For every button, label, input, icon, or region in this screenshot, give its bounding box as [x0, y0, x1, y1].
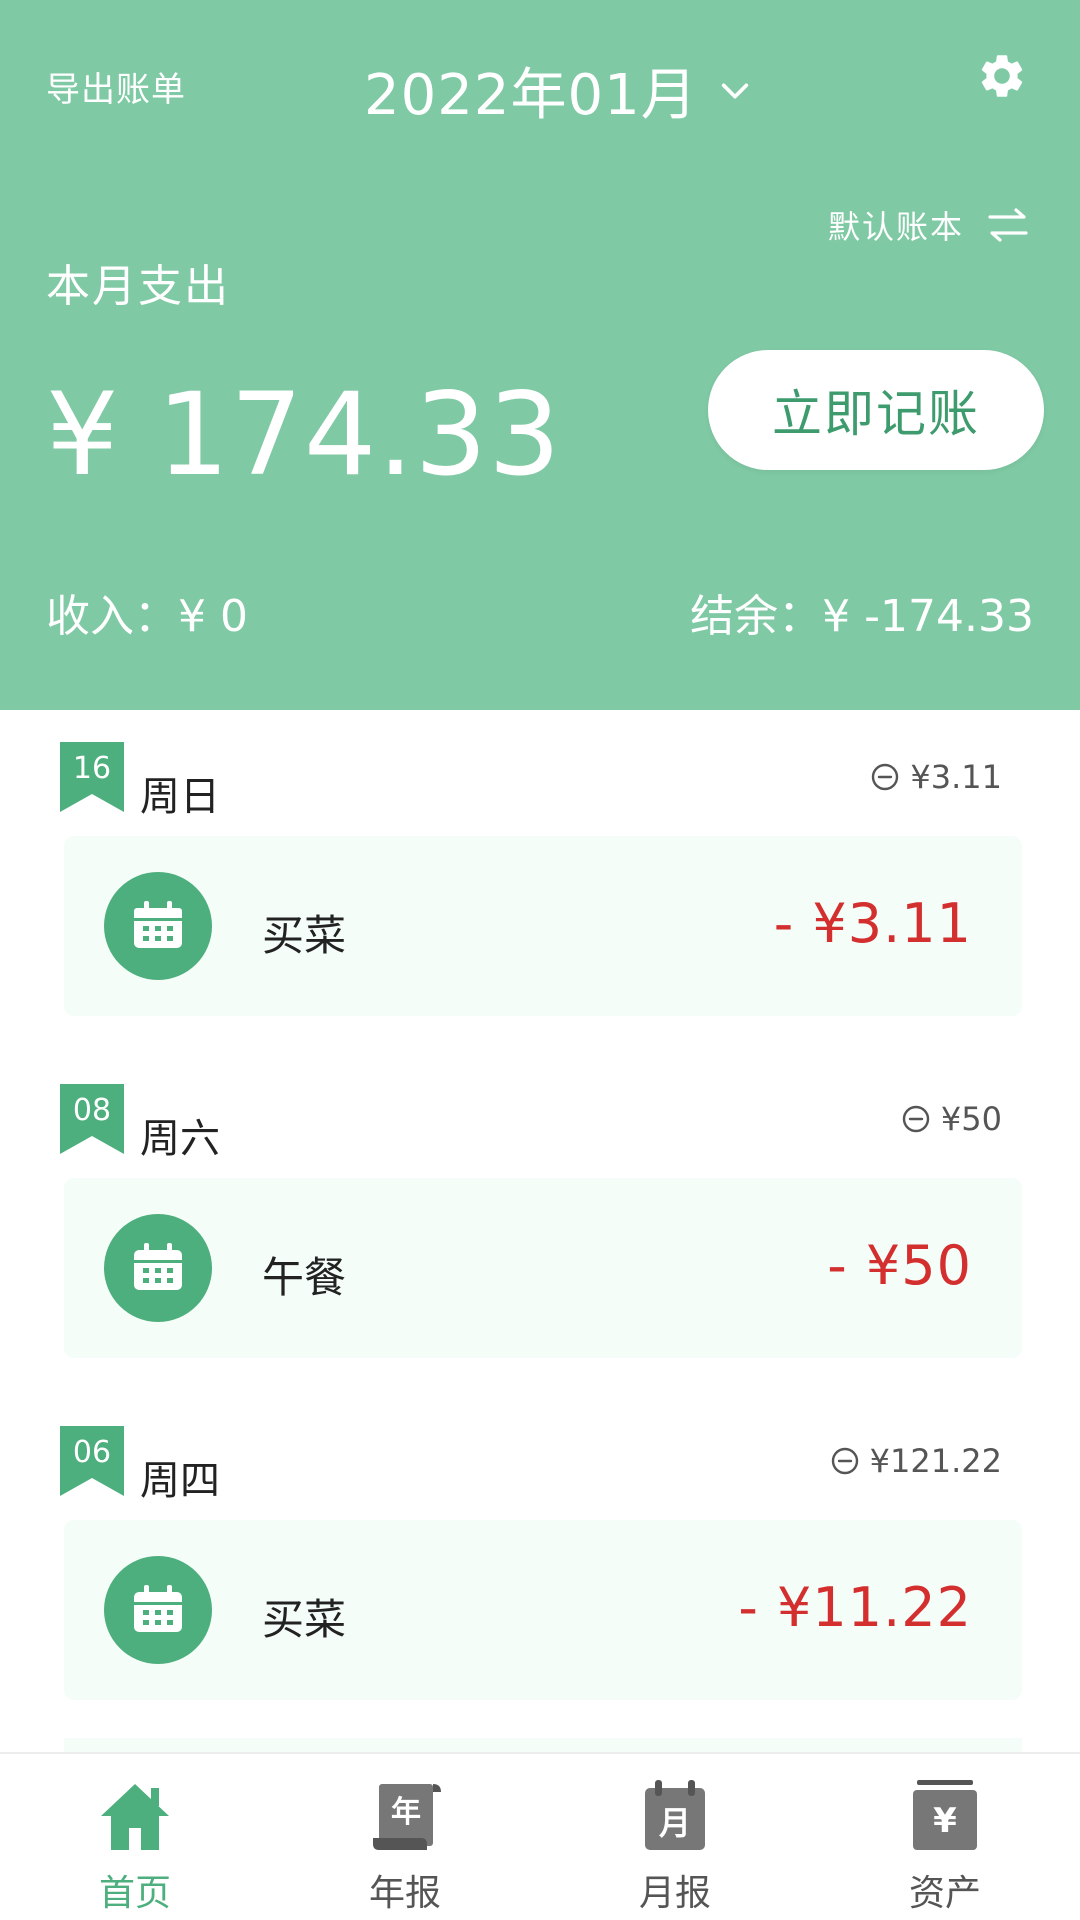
export-bill-button[interactable]: 导出账单 — [46, 62, 186, 111]
assets-icon: ¥ — [913, 1780, 977, 1850]
day-date: 08 — [72, 1093, 112, 1128]
chevron-down-icon — [721, 82, 748, 99]
account-book-label: 默认账本 — [827, 208, 964, 246]
entry-amount: - ¥50 — [827, 1234, 972, 1297]
day-total-amount: ¥121.22 — [869, 1442, 1002, 1480]
month-report-icon: 月 — [645, 1780, 705, 1850]
gear-icon[interactable] — [976, 50, 1028, 102]
record-now-button[interactable]: 立即记账 — [708, 350, 1044, 470]
app-screen: 导出账单 2022年01月 默认账本 本月支出 ¥ 174.33 立即记账 收入… — [0, 0, 1080, 1920]
tab-label: 资产 — [908, 1873, 981, 1914]
date-ribbon: 16 — [60, 742, 124, 812]
day-total-amount: ¥3.11 — [910, 758, 1002, 796]
tab-month-report[interactable]: 月 月报 — [575, 1754, 775, 1920]
tab-label: 首页 — [98, 1873, 171, 1914]
date-ribbon: 08 — [60, 1084, 124, 1154]
day-total: ¥121.22 — [830, 1442, 1002, 1480]
entry-card[interactable]: 买菜 - ¥3.11 — [64, 836, 1022, 1016]
tab-label: 年报 — [368, 1873, 441, 1914]
tab-assets[interactable]: ¥ 资产 — [845, 1754, 1045, 1920]
account-book-switch[interactable]: 默认账本 — [828, 202, 1030, 248]
bottom-tab-bar: 首页 年 年报 月 月报 ¥ 资产 — [0, 1752, 1080, 1920]
home-icon — [101, 1784, 169, 1850]
day-total: ¥3.11 — [870, 758, 1002, 796]
minus-circle-icon — [831, 1447, 858, 1475]
year-report-icon: 年 — [373, 1784, 441, 1850]
entry-name: 午餐 — [262, 1253, 347, 1302]
calendar-icon — [104, 872, 212, 980]
svg-text:年: 年 — [391, 1795, 421, 1830]
month-picker[interactable]: 2022年01月 — [364, 50, 752, 131]
summary-header: 导出账单 2022年01月 默认账本 本月支出 ¥ 174.33 立即记账 收入… — [0, 0, 1080, 710]
entry-card[interactable]: 买菜 - ¥11.22 — [64, 1520, 1022, 1700]
day-date: 16 — [72, 751, 112, 786]
entry-card[interactable]: 午餐 - ¥50 — [64, 1178, 1022, 1358]
tab-label: 月报 — [638, 1873, 711, 1914]
day-date: 06 — [72, 1435, 112, 1470]
day-total-amount: ¥50 — [940, 1100, 1002, 1138]
tab-year-report[interactable]: 年 年报 — [305, 1754, 505, 1920]
minus-circle-icon — [872, 763, 899, 791]
entry-amount: - ¥11.22 — [738, 1576, 972, 1639]
swap-icon — [988, 208, 1028, 242]
calendar-icon — [104, 1556, 212, 1664]
minus-circle-icon — [902, 1105, 930, 1133]
entry-name: 买菜 — [262, 911, 347, 960]
tab-home[interactable]: 首页 — [35, 1754, 235, 1920]
month-expense-amount: ¥ 174.33 — [46, 368, 562, 501]
income-summary: 收入：¥ 0 — [46, 591, 248, 642]
day-total: ¥50 — [901, 1100, 1002, 1138]
day-weekday: 周六 — [140, 1116, 220, 1162]
day-weekday: 周日 — [140, 774, 220, 820]
date-ribbon: 06 — [60, 1426, 124, 1496]
svg-text:月: 月 — [659, 1804, 691, 1842]
balance-summary: 结余：¥ -174.33 — [690, 591, 1034, 642]
entry-amount: - ¥3.11 — [773, 892, 972, 955]
day-weekday: 周四 — [140, 1458, 220, 1504]
entry-name: 买菜 — [262, 1595, 347, 1644]
month-expense-label: 本月支出 — [46, 261, 230, 312]
calendar-icon — [104, 1214, 212, 1322]
month-label: 2022年01月 — [364, 63, 698, 128]
svg-text:¥: ¥ — [933, 1801, 957, 1841]
